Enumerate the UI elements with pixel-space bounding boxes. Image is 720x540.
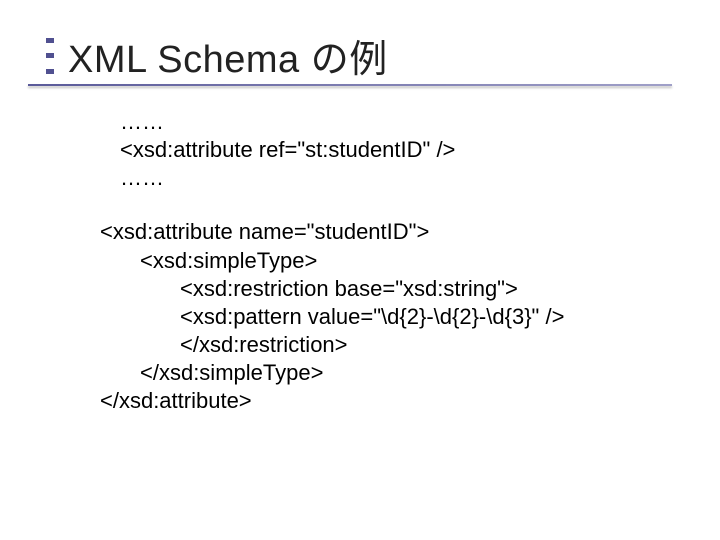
code-line: <xsd:simpleType> [100,247,660,275]
code-line: <xsd:pattern value="\d{2}-\d{2}-\d{3}" /… [100,303,660,331]
title-bullet-icon [46,38,54,74]
code-snippet-2: <xsd:attribute name="studentID"> <xsd:si… [100,218,660,415]
code-line: …… [120,164,660,192]
code-line: </xsd:simpleType> [100,359,660,387]
code-line: </xsd:restriction> [100,331,660,359]
code-line: <xsd:attribute name="studentID"> [100,218,660,246]
slide-title: XML Schema の例 [68,28,388,83]
code-line: </xsd:attribute> [100,387,660,415]
code-line: …… [120,108,660,136]
slide-body: …… <xsd:attribute ref="st:studentID" /> … [100,108,660,416]
slide: XML Schema の例 …… <xsd:attribute ref="st:… [0,0,720,540]
title-row: XML Schema の例 [46,28,388,83]
code-line: <xsd:attribute ref="st:studentID" /> [120,136,660,164]
code-line: <xsd:restriction base="xsd:string"> [100,275,660,303]
title-underline [28,84,672,86]
code-snippet-1: …… <xsd:attribute ref="st:studentID" /> … [120,108,660,192]
